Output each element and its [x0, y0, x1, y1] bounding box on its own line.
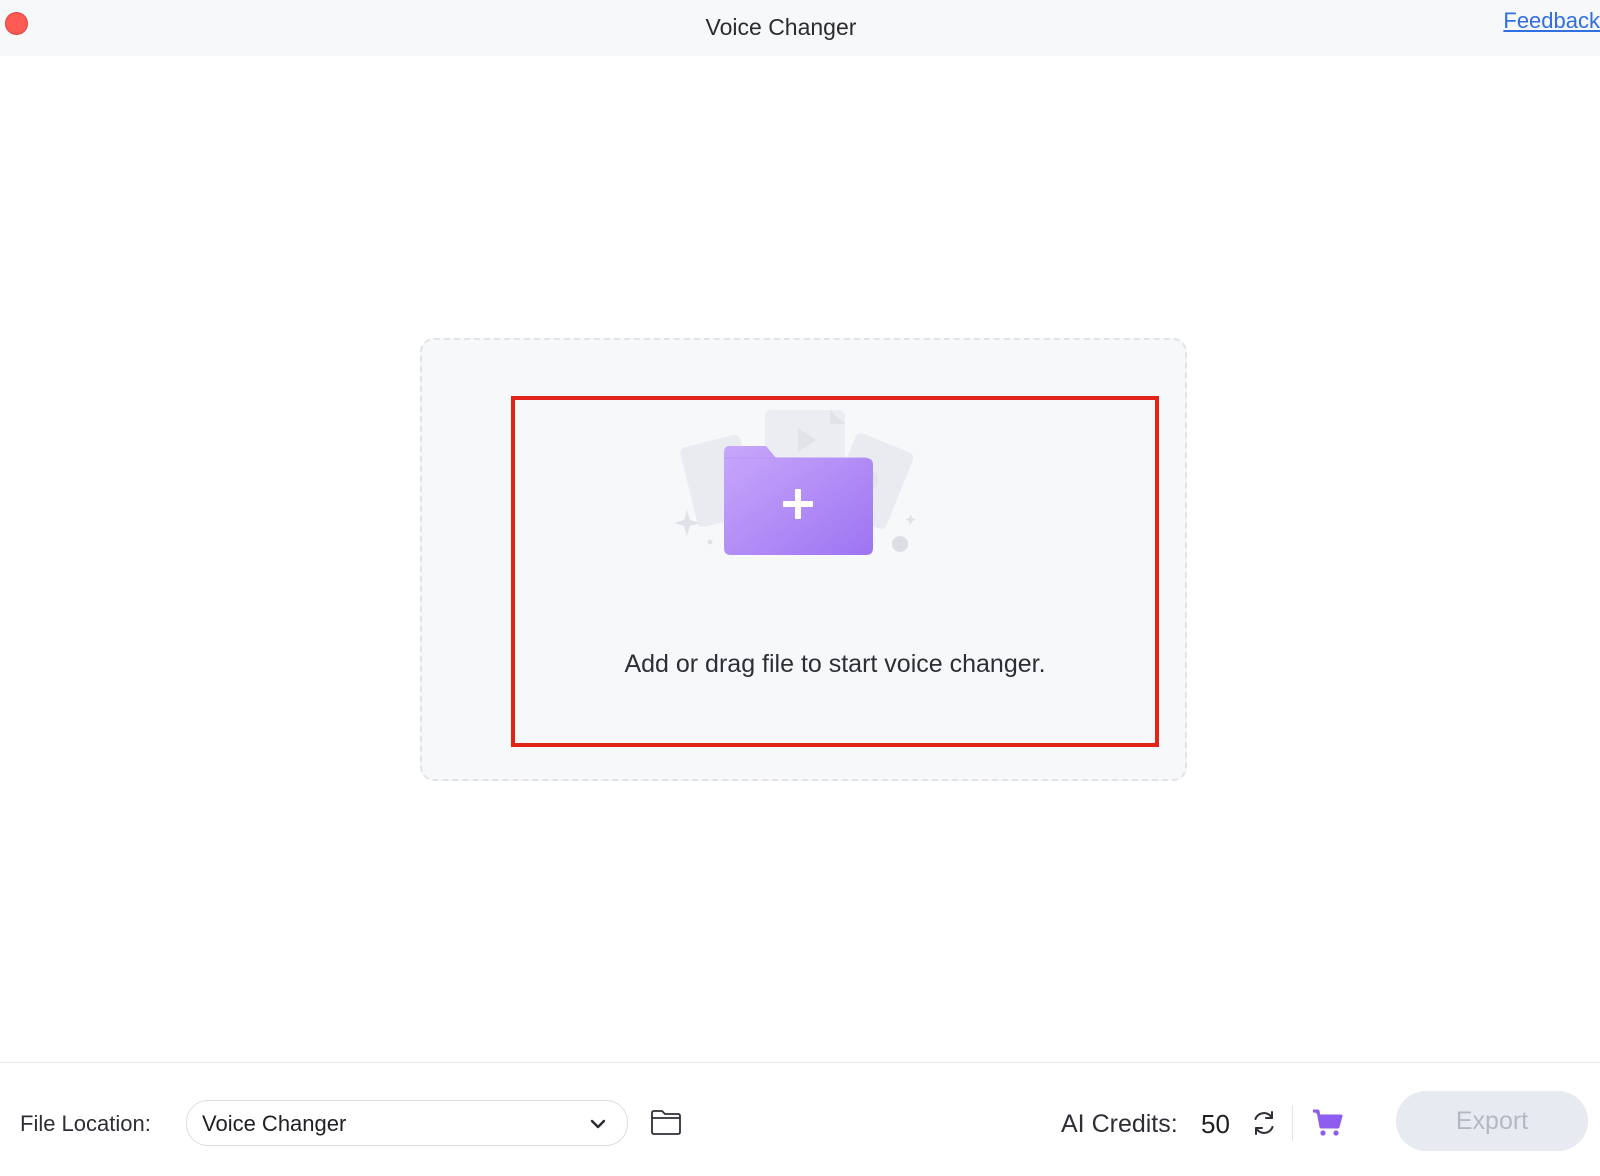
voice-changer-window: Voice Changer Feedback Add or drag file … — [0, 0, 1600, 1176]
folder-icon[interactable] — [650, 1108, 682, 1136]
file-location-value: Voice Changer — [202, 1111, 347, 1136]
footer-bar: File Location: Voice Changer AI Credits:… — [0, 1062, 1600, 1176]
cart-icon[interactable] — [1312, 1108, 1344, 1138]
folder-add-icon[interactable] — [670, 410, 930, 570]
file-location-label: File Location: — [20, 1111, 151, 1136]
window-title: Voice Changer — [705, 14, 857, 40]
ai-credits-label: AI Credits: — [1061, 1110, 1178, 1138]
file-location-select[interactable]: Voice Changer — [186, 1100, 628, 1146]
ai-credits-value: 50 — [1201, 1109, 1230, 1139]
title-bar: Voice Changer Feedback — [0, 0, 1600, 56]
export-button[interactable]: Export — [1396, 1091, 1588, 1151]
chevron-down-icon — [590, 1119, 606, 1129]
footer-divider — [1292, 1105, 1293, 1141]
feedback-link[interactable]: Feedback — [1503, 8, 1600, 34]
refresh-icon[interactable] — [1250, 1109, 1278, 1137]
drop-hint-text: Add or drag file to start voice changer. — [624, 650, 1046, 678]
